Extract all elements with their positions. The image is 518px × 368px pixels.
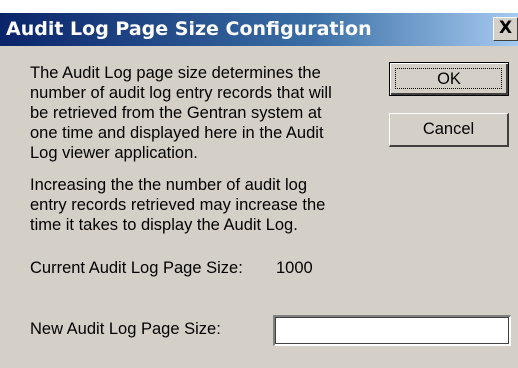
close-icon: X [498, 18, 513, 38]
focus-rectangle [395, 68, 502, 89]
top-background [0, 0, 518, 13]
warning-text: Increasing the the number of audit log e… [30, 176, 326, 234]
audit-log-page-size-dialog: Audit Log Page Size Configuration X The … [0, 0, 518, 368]
ok-button[interactable]: OK [389, 62, 509, 96]
close-button[interactable]: X [493, 17, 518, 41]
description-text: The Audit Log page size determines the n… [30, 64, 332, 162]
dialog-title: Audit Log Page Size Configuration [6, 18, 372, 40]
new-page-size-input[interactable] [273, 315, 511, 346]
cancel-button[interactable]: Cancel [389, 113, 509, 147]
title-bar[interactable]: Audit Log Page Size Configuration X [0, 13, 518, 46]
new-page-size-label: New Audit Log Page Size: [30, 320, 221, 338]
cancel-button-label: Cancel [422, 120, 475, 138]
current-page-size-value: 1000 [276, 259, 313, 277]
current-page-size-label: Current Audit Log Page Size: [30, 259, 243, 277]
